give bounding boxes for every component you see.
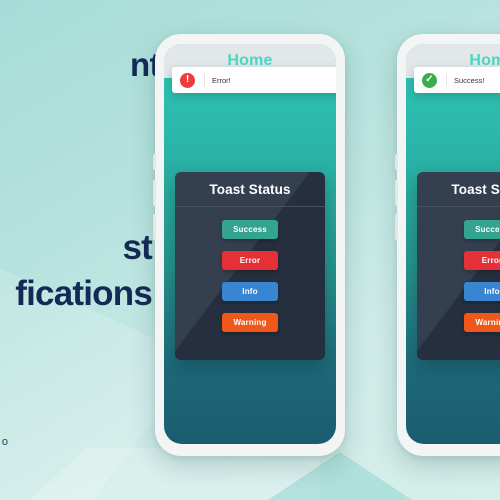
phone-screen-1: Home ! Error! × Toast Status Success Err… [164,44,336,444]
toast-divider [204,74,205,86]
phone-side-button-volume-up[interactable] [153,180,156,206]
warning-toast-button[interactable]: Warning [222,313,278,332]
success-toast-button[interactable]: Success [464,220,500,239]
toast-message: Error! [212,75,231,85]
page-title: nt [0,44,161,87]
page-title-line-1: nt [130,46,161,83]
toast-status-card: Toast Status Success Error Info Warning [175,172,325,360]
success-toast-button[interactable]: Success [222,220,278,239]
warning-toast-button[interactable]: Warning [464,313,500,332]
toast-divider [446,74,447,86]
page-subtitle-line-1: st [122,228,152,267]
phone-mockup-2: Home ✓ Success! × Toast Status Success E… [395,34,500,456]
toast-notification-error[interactable]: ! Error! × [172,67,336,93]
info-toast-button[interactable]: Info [222,282,278,301]
phone-side-button-mute[interactable] [395,154,398,170]
card-title: Toast Status [417,172,500,207]
phone-mockup-1: Home ! Error! × Toast Status Success Err… [153,34,345,456]
phone-screen-2: Home ✓ Success! × Toast Status Success E… [406,44,500,444]
card-button-list: Success Error Info Warning [417,207,500,332]
info-toast-button[interactable]: Info [464,282,500,301]
card-title: Toast Status [175,172,325,207]
footnote-text: o [1,436,8,448]
phone-side-button-volume-down[interactable] [153,214,156,240]
card-button-list: Success Error Info Warning [175,207,325,332]
promo-banner: nt st fications o Home ! Error! × Toast … [0,0,500,500]
toast-status-card: Toast Status Success Error Info Warning [417,172,500,360]
error-toast-button[interactable]: Error [464,251,500,270]
phone-side-button-mute[interactable] [153,154,156,170]
toast-message: Success! [454,75,485,85]
toast-notification-success[interactable]: ✓ Success! × [414,67,500,93]
page-subtitle: st fications [0,225,153,316]
page-subtitle-line-2: fications [15,273,153,313]
background-polygon-bottom-teal [250,452,430,500]
error-toast-button[interactable]: Error [222,251,278,270]
phone-side-button-volume-up[interactable] [395,180,398,206]
error-exclamation-icon: ! [180,72,195,88]
success-check-icon: ✓ [422,72,437,88]
phone-side-button-volume-down[interactable] [395,214,398,240]
